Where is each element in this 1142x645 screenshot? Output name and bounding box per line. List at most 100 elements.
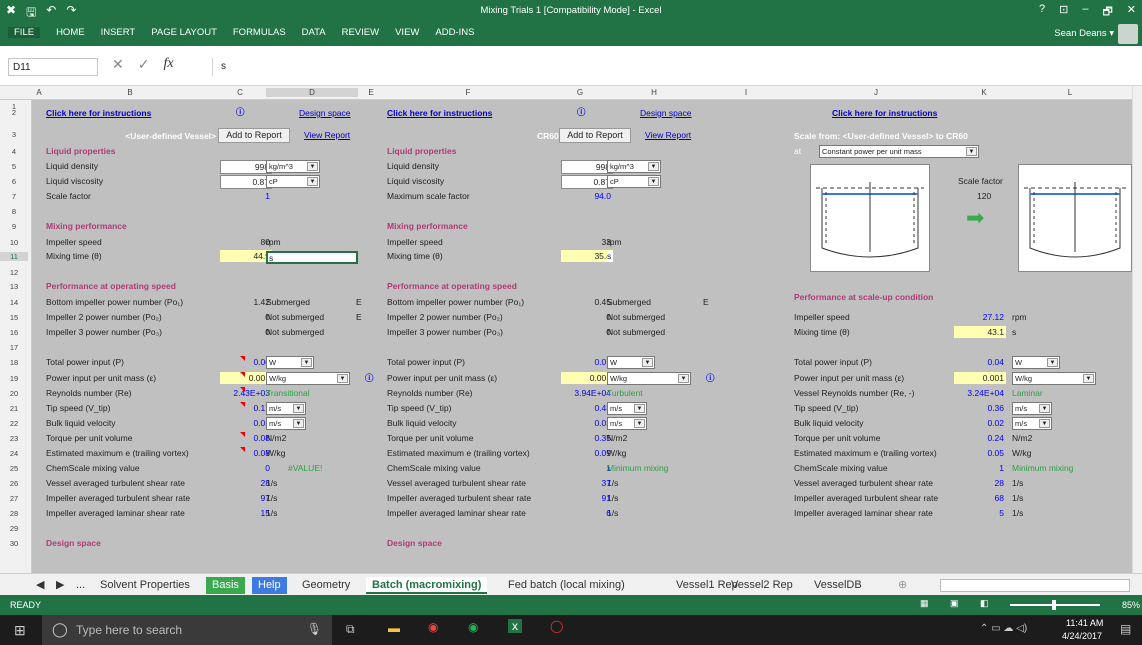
add-sheet-icon[interactable]: ⊕ <box>892 577 913 594</box>
tab-vessel2-rep[interactable]: Vessel2 Rep <box>725 577 799 594</box>
user-name[interactable]: Sean Deans ▾ <box>1054 28 1114 39</box>
row-header[interactable]: 7 <box>0 192 28 201</box>
viscosity-input[interactable]: 0.87 <box>561 175 613 189</box>
p-unit-select[interactable]: W ▼ <box>1012 356 1060 369</box>
tab-insert[interactable]: INSERT <box>101 27 136 38</box>
formula-input[interactable]: s <box>212 58 1132 76</box>
chevron-down-icon[interactable]: ▼ <box>678 374 689 383</box>
clock-time[interactable]: 11:41 AM <box>1066 618 1103 628</box>
avatar[interactable] <box>1118 24 1138 44</box>
row-header[interactable]: 20 <box>0 389 28 398</box>
name-box[interactable]: D11 <box>8 58 98 76</box>
unit[interactable]: s <box>607 251 613 262</box>
opera-icon[interactable]: ◯ <box>550 619 563 633</box>
info-icon[interactable]: ⓘ <box>365 373 374 384</box>
column-header[interactable]: J <box>792 88 960 97</box>
row-header[interactable]: 6 <box>0 177 28 186</box>
notifications-icon[interactable]: ▤ <box>1120 622 1131 636</box>
row-header[interactable]: 29 <box>0 524 28 533</box>
row-header[interactable]: 12 <box>0 268 28 277</box>
tab-home[interactable]: HOME <box>56 27 85 38</box>
column-header[interactable]: K <box>960 88 1008 97</box>
chevron-down-icon[interactable]: ▼ <box>293 419 304 428</box>
tab-geometry[interactable]: Geometry <box>296 577 356 594</box>
chevron-down-icon[interactable]: ▼ <box>293 404 304 413</box>
zoom-level[interactable]: 85% <box>1122 600 1140 610</box>
bulk-unit-select[interactable]: m/s ▼ <box>266 417 306 430</box>
design-space-link[interactable]: Design space <box>640 108 692 119</box>
microphone-icon[interactable]: 🎙 <box>307 622 322 636</box>
task-view-icon[interactable]: ⧉ <box>346 622 355 637</box>
page-break-view-icon[interactable]: ◧ <box>980 598 989 609</box>
restore-icon[interactable]: 🗗 <box>1102 3 1112 22</box>
minimize-icon[interactable]: – <box>1082 3 1088 22</box>
row-header[interactable]: 30 <box>0 539 28 548</box>
density-unit-select[interactable]: kg/m^3 ▼ <box>266 160 320 173</box>
eps-unit-select[interactable]: W/kg ▼ <box>607 372 691 385</box>
chevron-down-icon[interactable]: ▼ <box>634 419 645 428</box>
chevron-down-icon[interactable]: ▼ <box>307 177 318 186</box>
tab-fed-batch[interactable]: Fed batch (local mixing) <box>502 577 631 594</box>
density-input[interactable]: 998 <box>561 160 613 174</box>
chevron-down-icon[interactable]: ▼ <box>1039 404 1050 413</box>
chevron-down-icon[interactable]: ▼ <box>337 374 348 383</box>
row-header[interactable]: 14 <box>0 298 28 307</box>
column-header[interactable]: D <box>266 88 358 97</box>
tab-file[interactable]: FILE <box>8 27 41 38</box>
viscosity-unit-select[interactable]: cP ▼ <box>607 175 661 188</box>
row-header[interactable]: 28 <box>0 509 28 518</box>
tab-data[interactable]: DATA <box>302 27 326 38</box>
chevron-down-icon[interactable]: ▼ <box>634 404 645 413</box>
tab-more[interactable]: ... <box>70 577 91 594</box>
row-header[interactable]: 10 <box>0 238 28 247</box>
bulk-unit-select[interactable]: m/s ▼ <box>607 417 647 430</box>
spotify-icon[interactable]: ◉ <box>468 620 478 634</box>
system-tray-icons[interactable]: ⌃ ▭ ☁ ◁) <box>980 623 1027 634</box>
cancel-icon[interactable]: ✕ <box>112 56 124 73</box>
tab-batch-macromixing[interactable]: Batch (macromixing) <box>366 577 488 594</box>
tip-unit-select[interactable]: m/s ▼ <box>607 402 647 415</box>
chevron-down-icon[interactable]: ▼ <box>1039 419 1050 428</box>
add-to-report-button[interactable]: Add to Report <box>559 128 631 143</box>
tab-vesseldb[interactable]: VesselDB <box>808 577 868 594</box>
close-icon[interactable]: ✕ <box>1127 3 1136 22</box>
design-space-link[interactable]: Design space <box>299 108 351 119</box>
tab-review[interactable]: REVIEW <box>342 27 379 38</box>
vertical-scrollbar[interactable] <box>1132 86 1142 573</box>
file-explorer-icon[interactable]: ▬ <box>388 621 400 635</box>
row-header[interactable]: 5 <box>0 162 28 171</box>
view-report-link[interactable]: View Report <box>304 130 350 141</box>
unit[interactable]: s <box>266 251 358 264</box>
chrome-icon[interactable]: ◉ <box>428 620 438 634</box>
tab-scroll-right-icon[interactable]: ▶ <box>50 577 70 594</box>
row-header[interactable]: 11 <box>0 252 28 261</box>
instructions-link[interactable]: Click here for instructions <box>832 108 937 119</box>
row-header[interactable]: 19 <box>0 374 28 383</box>
instructions-link[interactable]: Click here for instructions <box>387 108 492 119</box>
help-icon[interactable]: ? <box>1039 3 1045 22</box>
tip-unit-select[interactable]: m/s ▼ <box>1012 402 1052 415</box>
horizontal-scrollbar[interactable] <box>940 579 1130 592</box>
taskbar-search[interactable]: ◯ Type here to search 🎙 <box>42 615 332 645</box>
row-header[interactable]: 24 <box>0 449 28 458</box>
chevron-down-icon[interactable]: ▼ <box>648 162 659 171</box>
column-header[interactable]: F <box>384 88 552 97</box>
row-header[interactable]: 27 <box>0 494 28 503</box>
column-header[interactable]: H <box>608 88 700 97</box>
row-header[interactable]: 22 <box>0 419 28 428</box>
eps-unit-select[interactable]: W/kg ▼ <box>1012 372 1096 385</box>
row-header[interactable]: 26 <box>0 479 28 488</box>
tab-page-layout[interactable]: PAGE LAYOUT <box>151 27 217 38</box>
windows-start-icon[interactable]: ⊞ <box>14 622 26 639</box>
chevron-down-icon[interactable]: ▼ <box>648 177 659 186</box>
density-input[interactable]: 998 <box>220 160 272 174</box>
info-icon[interactable]: ⓘ <box>577 107 586 118</box>
chevron-down-icon[interactable]: ▼ <box>307 162 318 171</box>
tip-unit-select[interactable]: m/s ▼ <box>266 402 306 415</box>
density-unit-select[interactable]: kg/m^3 ▼ <box>607 160 661 173</box>
row-header[interactable]: 15 <box>0 313 28 322</box>
scale-basis-select[interactable]: Constant power per unit mass ▼ <box>819 145 979 158</box>
info-icon[interactable]: ⓘ <box>706 373 715 384</box>
view-report-link[interactable]: View Report <box>645 130 691 141</box>
tab-basis[interactable]: Basis <box>206 577 245 594</box>
